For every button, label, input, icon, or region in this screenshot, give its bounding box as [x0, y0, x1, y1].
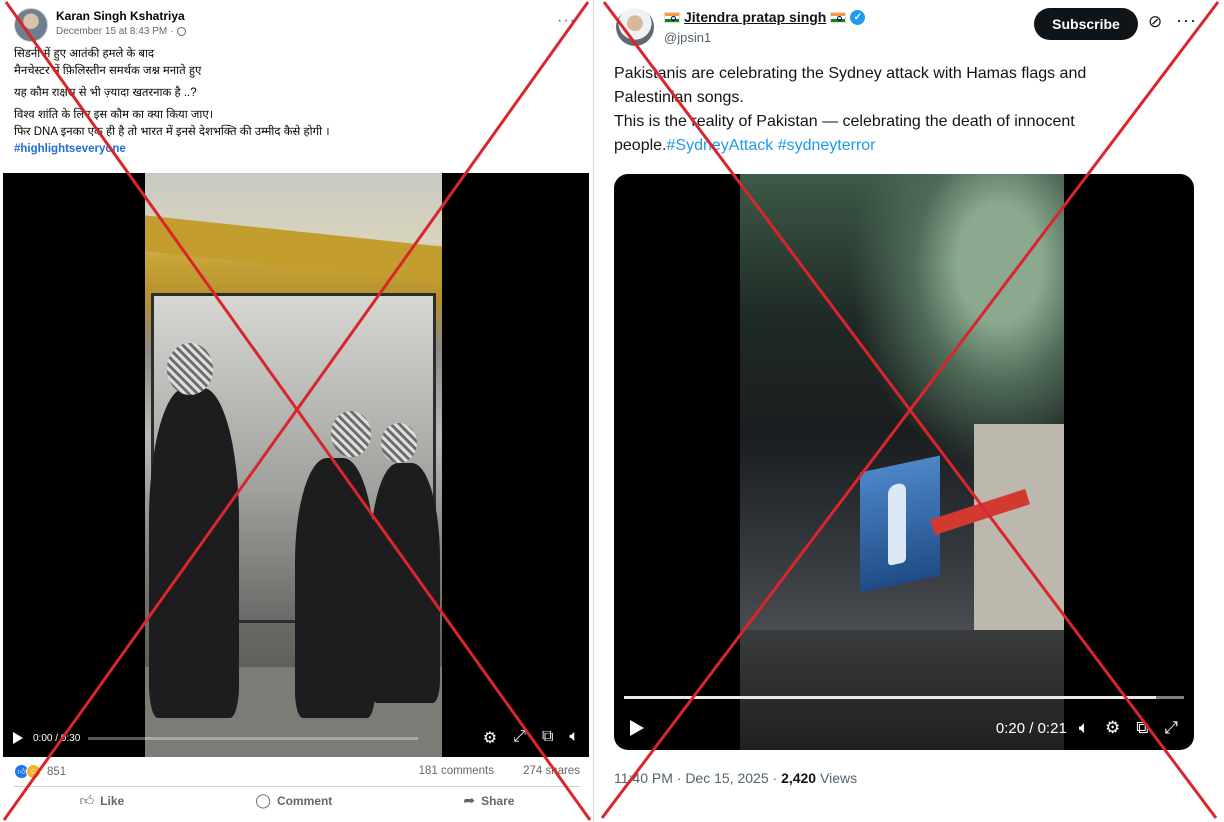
post-text-line: This is the reality of Pakistan — celebr…: [614, 113, 1075, 130]
video-progress-bar[interactable]: [88, 736, 419, 740]
separator: ·: [170, 26, 174, 37]
more-options-icon[interactable]: ···: [1176, 10, 1197, 31]
picture-in-picture-icon[interactable]: ⧉: [542, 728, 553, 748]
author-avatar[interactable]: [14, 8, 48, 42]
post-text: सिडनी में हुए आतंकी हमले के बाद मैनचेस्ट…: [14, 46, 574, 158]
post-header: Karan Singh Kshatriya December 15 at 8:4…: [14, 8, 584, 44]
shares-count[interactable]: 274 shares: [523, 765, 580, 777]
haha-reaction-icon: ☺: [26, 764, 41, 779]
author-avatar[interactable]: [616, 8, 654, 46]
fullscreen-icon[interactable]: ⤢: [1164, 718, 1178, 738]
reactions[interactable]: 👍︎ ☺ 851: [14, 764, 66, 779]
grok-icon[interactable]: ⊘: [1148, 12, 1162, 32]
post-text-line: मैनचेस्टर में फ़िलिस्तीन समर्थक जश्न मना…: [14, 65, 202, 77]
views-count: 2,420: [781, 770, 817, 786]
author-handle[interactable]: @jpsin1: [664, 30, 711, 45]
more-options-icon[interactable]: ···: [557, 12, 576, 30]
share-label: Share: [481, 793, 515, 808]
play-icon[interactable]: [630, 720, 644, 736]
views-label: Views: [816, 770, 858, 786]
india-flag-icon: [664, 11, 680, 23]
video-controls: 0:20 / 0:21 🔈︎ ⚙ ⧉ ⤢: [614, 710, 1194, 746]
like-button[interactable]: 👍︎ Like: [80, 792, 125, 809]
post-text-line: फिर DNA इनका एक ही है तो भारत में इनसे द…: [14, 126, 330, 138]
x-post: Jitendra pratap singh ✓ @jpsin1 Subscrib…: [598, 0, 1224, 822]
like-label: Like: [100, 793, 125, 808]
author-name[interactable]: Jitendra pratap singh ✓: [664, 9, 866, 25]
post-text-prefix: people.: [614, 137, 667, 154]
comment-bubble-icon: ◯: [255, 792, 271, 808]
comments-count[interactable]: 181 comments: [419, 765, 494, 777]
post-actions: 👍︎ Like ◯ Comment ➦ Share: [14, 786, 580, 814]
volume-icon[interactable]: 🔈︎: [569, 728, 579, 748]
post-text: Pakistanis are celebrating the Sydney at…: [614, 62, 1174, 158]
video-player[interactable]: 0:00 / 0:30 ⚙ ⤢ ⧉ 🔈︎: [3, 173, 589, 757]
post-text-line: विश्व शांति के लिए इस कौम का क्या किया ज…: [14, 109, 214, 121]
video-controls: 0:00 / 0:30 ⚙ ⤢ ⧉ 🔈︎: [3, 719, 589, 757]
volume-icon[interactable]: 🔈︎: [1079, 718, 1089, 738]
globe-icon: [176, 27, 186, 36]
hashtag-link[interactable]: #sydneyterror: [778, 137, 876, 154]
reaction-count: 851: [47, 765, 67, 778]
hashtag-link[interactable]: #highlightseveryone: [14, 141, 574, 158]
play-icon[interactable]: [13, 732, 23, 744]
video-frame: [740, 174, 1064, 750]
post-text-line: people.#SydneyAttack #sydneyterror: [614, 134, 1174, 158]
comment-button[interactable]: ◯ Comment: [255, 792, 332, 809]
post-text-line: Palestinian songs.: [614, 89, 744, 106]
author-name[interactable]: Karan Singh Kshatriya: [56, 9, 185, 23]
share-arrow-icon: ➦: [463, 792, 476, 808]
verified-badge-icon: ✓: [850, 9, 866, 25]
hashtag-link[interactable]: #SydneyAttack: [667, 137, 774, 154]
video-time: 0:20 / 0:21: [995, 719, 1067, 737]
settings-icon[interactable]: ⚙: [1105, 718, 1120, 738]
video-progress-bar[interactable]: [624, 696, 1184, 699]
post-meta: 11:40 PM · Dec 15, 2025 · 2,420 Views: [614, 770, 857, 786]
post-text-line: यह कौम राक्षस से भी ज़्यादा खतरनाक है ..…: [14, 87, 197, 99]
picture-in-picture-icon[interactable]: ⧉: [1136, 718, 1148, 738]
timestamp-text: December 15 at 8:43 PM: [56, 26, 168, 37]
settings-icon[interactable]: ⚙: [483, 728, 497, 748]
share-button[interactable]: ➦ Share: [463, 792, 514, 809]
thumbs-up-icon: 👍︎: [79, 792, 95, 808]
post-stats: 👍︎ ☺ 851 181 comments 274 shares: [14, 764, 580, 782]
post-text-line: सिडनी में हुए आतंकी हमले के बाद: [14, 48, 155, 60]
facebook-post: Karan Singh Kshatriya December 15 at 8:4…: [0, 0, 594, 822]
subscribe-button[interactable]: Subscribe: [1034, 8, 1138, 40]
video-player[interactable]: 0:20 / 0:21 🔈︎ ⚙ ⧉ ⤢: [614, 174, 1194, 750]
video-frame: [145, 173, 442, 757]
comment-label: Comment: [276, 793, 333, 808]
india-flag-icon: [830, 11, 847, 23]
author-name-text: Jitendra pratap singh: [684, 9, 827, 25]
post-time[interactable]: 11:40 PM · Dec 15, 2025 ·: [614, 770, 781, 786]
video-time: 0:00 / 0:30: [33, 732, 81, 744]
post-text-line: Pakistanis are celebrating the Sydney at…: [614, 65, 1087, 82]
fullscreen-icon[interactable]: ⤢: [513, 728, 526, 748]
post-timestamp[interactable]: December 15 at 8:43 PM ·: [56, 26, 186, 37]
